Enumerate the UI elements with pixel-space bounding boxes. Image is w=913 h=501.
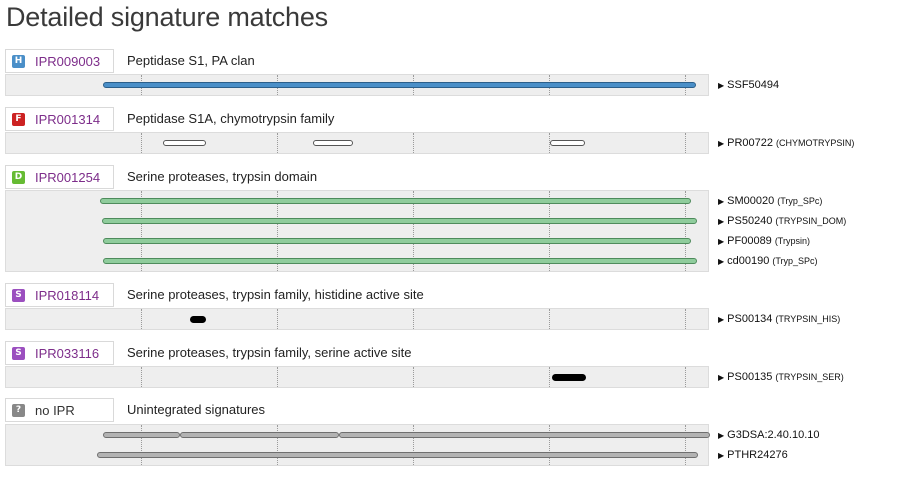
page-title: Detailed signature matches <box>6 2 328 32</box>
signature-id[interactable]: PF00089 <box>727 235 772 247</box>
play-arrow-icon: ▶ <box>718 81 725 90</box>
entry-name: Peptidase S1, PA clan <box>127 53 255 68</box>
signature-name: (Tryp_SPc) <box>772 256 818 266</box>
entry-accession-link[interactable]: IPR033116 <box>35 346 99 361</box>
entry-name: Serine proteases, trypsin family, histid… <box>127 287 424 302</box>
signature-id[interactable]: PS00135 <box>727 371 772 383</box>
site-icon: S <box>12 289 25 302</box>
match-track <box>5 366 709 388</box>
match-segment[interactable] <box>103 258 697 264</box>
entry-name: Serine proteases, trypsin domain <box>127 169 318 184</box>
signature-label[interactable]: ▶ G3DSA:2.40.10.10 <box>718 429 820 441</box>
play-arrow-icon: ▶ <box>718 197 725 206</box>
match-segment[interactable] <box>103 238 691 244</box>
entry-accession-box: S IPR033116 <box>5 341 114 365</box>
signature-label[interactable]: ▶ PF00089 (Trypsin) <box>718 235 810 247</box>
entry-header: F IPR001314 Peptidase S1A, chymotrypsin … <box>0 107 913 133</box>
play-arrow-icon: ▶ <box>718 139 725 148</box>
entry-header: H IPR009003 Peptidase S1, PA clan <box>0 49 913 75</box>
entry-header: S IPR018114 Serine proteases, trypsin fa… <box>0 283 913 309</box>
site-icon: S <box>12 347 25 360</box>
signature-label[interactable]: ▶ SM00020 (Tryp_SPc) <box>718 195 822 207</box>
match-segment[interactable] <box>180 432 339 438</box>
play-arrow-icon: ▶ <box>718 315 725 324</box>
play-arrow-icon: ▶ <box>718 257 725 266</box>
match-track <box>5 308 709 330</box>
signature-label[interactable]: ▶ PTHR24276 <box>718 449 788 461</box>
signature-id[interactable]: PTHR24276 <box>727 449 788 461</box>
play-arrow-icon: ▶ <box>718 373 725 382</box>
signature-id[interactable]: PR00722 <box>727 137 773 149</box>
signature-id[interactable]: PS50240 <box>727 215 772 227</box>
match-segment[interactable] <box>552 374 586 381</box>
homologous-superfamily-icon: H <box>12 55 25 68</box>
signature-label[interactable]: ▶ cd00190 (Tryp_SPc) <box>718 255 818 267</box>
entry-accession-link[interactable]: IPR001314 <box>35 112 100 127</box>
entry-header: S IPR033116 Serine proteases, trypsin fa… <box>0 341 913 367</box>
entry-header: D IPR001254 Serine proteases, trypsin do… <box>0 165 913 191</box>
match-track <box>5 190 709 272</box>
signature-name: (Trypsin) <box>774 236 810 246</box>
signature-id[interactable]: SM00020 <box>727 195 774 207</box>
entry-accession-box: H IPR009003 <box>5 49 114 73</box>
signature-name: (TRYPSIN_DOM) <box>775 216 847 226</box>
match-segment[interactable] <box>103 432 180 438</box>
domain-icon: D <box>12 171 25 184</box>
family-icon: F <box>12 113 25 126</box>
match-segment[interactable] <box>102 218 697 224</box>
play-arrow-icon: ▶ <box>718 431 725 440</box>
signature-id[interactable]: cd00190 <box>727 255 769 267</box>
match-segment[interactable] <box>190 316 206 323</box>
match-segment[interactable] <box>103 82 696 88</box>
signature-label[interactable]: ▶ PR00722 (CHYMOTRYPSIN) <box>718 137 854 149</box>
entry-header: ? no IPR Unintegrated signatures <box>0 398 913 424</box>
match-segment[interactable] <box>313 140 353 146</box>
signature-name: (CHYMOTRYPSIN) <box>776 138 855 148</box>
entry-accession-link[interactable]: IPR018114 <box>35 288 99 303</box>
match-segment[interactable] <box>97 452 698 458</box>
signature-id[interactable]: SSF50494 <box>727 79 779 91</box>
match-segment[interactable] <box>550 140 585 146</box>
signature-label[interactable]: ▶ PS00135 (TRYPSIN_SER) <box>718 371 844 383</box>
entry-name: Unintegrated signatures <box>127 402 266 417</box>
play-arrow-icon: ▶ <box>718 237 725 246</box>
signature-id[interactable]: PS00134 <box>727 313 772 325</box>
match-track <box>5 424 710 466</box>
entry-accession-box: S IPR018114 <box>5 283 114 307</box>
signature-label[interactable]: ▶ PS50240 (TRYPSIN_DOM) <box>718 215 846 227</box>
signature-label[interactable]: ▶ PS00134 (TRYPSIN_HIS) <box>718 313 840 325</box>
match-segment[interactable] <box>100 198 691 204</box>
entry-accession-box: D IPR001254 <box>5 165 114 189</box>
match-track <box>5 74 709 96</box>
entry-accession-box: F IPR001314 <box>5 107 114 131</box>
entry-accession: no IPR <box>35 403 75 418</box>
signature-label[interactable]: ▶ SSF50494 <box>718 79 779 91</box>
entry-name: Peptidase S1A, chymotrypsin family <box>127 111 335 126</box>
entry-name: Serine proteases, trypsin family, serine… <box>127 345 412 360</box>
signature-id[interactable]: G3DSA:2.40.10.10 <box>727 429 819 441</box>
entry-accession-link[interactable]: IPR001254 <box>35 170 100 185</box>
play-arrow-icon: ▶ <box>718 451 725 460</box>
entry-accession-box: ? no IPR <box>5 398 114 422</box>
entry-accession-link[interactable]: IPR009003 <box>35 54 100 69</box>
play-arrow-icon: ▶ <box>718 217 725 226</box>
match-segment[interactable] <box>163 140 206 146</box>
signature-name: (Tryp_SPc) <box>777 196 823 206</box>
match-segment[interactable] <box>339 432 710 438</box>
signature-name: (TRYPSIN_HIS) <box>775 314 841 324</box>
signature-name: (TRYPSIN_SER) <box>775 372 844 382</box>
match-track <box>5 132 709 154</box>
question-mark-icon: ? <box>12 404 25 417</box>
